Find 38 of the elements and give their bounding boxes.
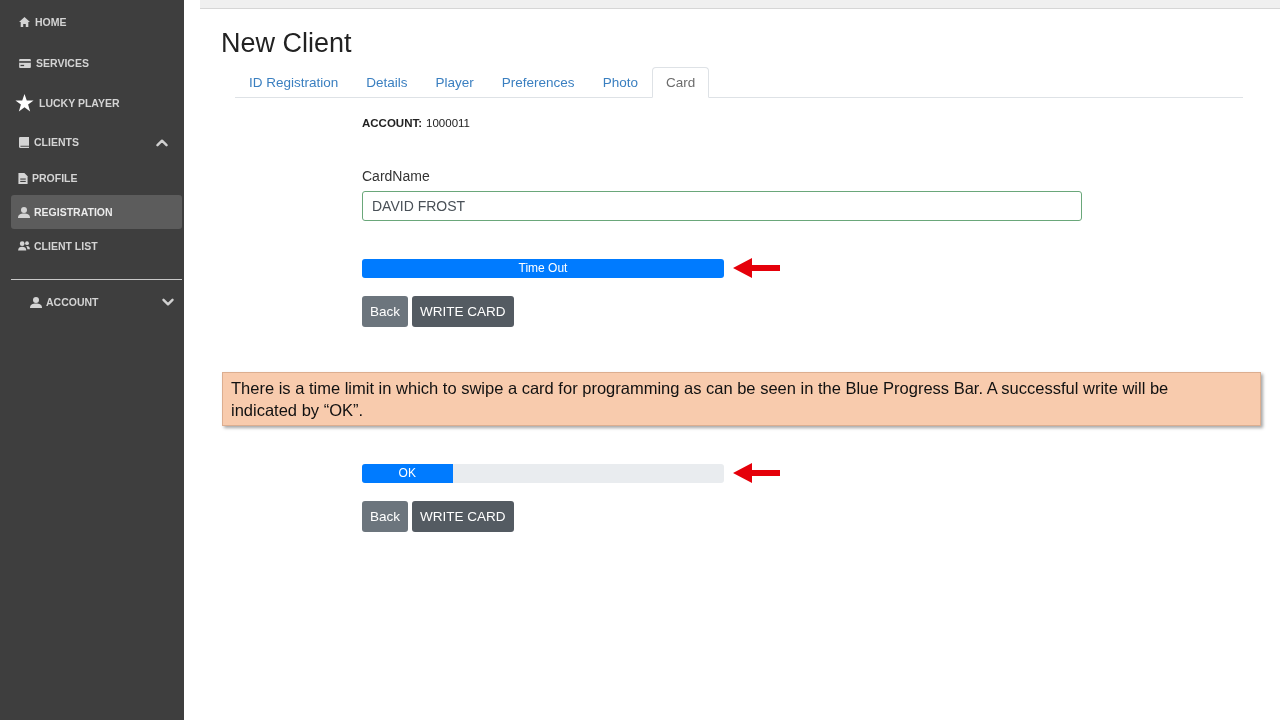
back-button[interactable]: Back bbox=[362, 501, 408, 532]
account-label: ACCOUNT: bbox=[362, 116, 423, 130]
tab[interactable]: Preferences bbox=[487, 67, 589, 98]
user-icon bbox=[30, 296, 42, 308]
field-label: CardName bbox=[362, 168, 430, 185]
card-name-field[interactable]: DAVID FROST bbox=[362, 191, 1082, 221]
sidebar-item[interactable]: REGISTRATION bbox=[11, 195, 182, 229]
back-button[interactable]: Back bbox=[362, 296, 408, 327]
note-callout: There is a time limit in which to swipe a card for programming as can be seen in the Blue Progress Bar. A successful write will be indicated by “OK”. bbox=[222, 372, 1261, 426]
sidebar-item[interactable]: HOME bbox=[0, 0, 184, 43]
progress-label: Time Out bbox=[518, 261, 568, 275]
tab[interactable]: Card bbox=[651, 67, 710, 98]
book-icon bbox=[19, 136, 29, 148]
user-icon bbox=[18, 206, 30, 218]
tab[interactable]: Player bbox=[421, 67, 488, 98]
card-icon bbox=[19, 58, 31, 68]
account-number: 1000011 bbox=[426, 116, 470, 130]
progress-label: OK bbox=[398, 466, 416, 480]
write-card-button[interactable]: WRITE CARD bbox=[412, 296, 514, 327]
tab[interactable]: ID Registration bbox=[235, 67, 353, 98]
chevron-up-icon[interactable] bbox=[156, 137, 168, 147]
document-icon bbox=[18, 172, 28, 184]
sidebar-item[interactable]: CLIENTS bbox=[0, 123, 184, 161]
left-arrow-icon bbox=[733, 258, 780, 278]
star-icon bbox=[15, 94, 34, 112]
tab[interactable]: Details bbox=[352, 67, 422, 98]
left-arrow-icon bbox=[733, 463, 780, 483]
users-icon bbox=[18, 241, 30, 251]
write-card-button[interactable]: WRITE CARD bbox=[412, 501, 514, 532]
sidebar-item[interactable]: PROFILE bbox=[11, 161, 182, 195]
sidebar-item[interactable]: SERVICES bbox=[0, 43, 184, 83]
page-title: New Client bbox=[221, 27, 352, 59]
home-icon bbox=[19, 16, 30, 27]
sidebar-item[interactable]: LUCKY PLAYER bbox=[0, 83, 184, 123]
sidebar-item[interactable]: CLIENT LIST bbox=[11, 229, 182, 263]
tab[interactable]: Photo bbox=[588, 67, 652, 98]
account-menu[interactable]: ACCOUNT bbox=[0, 280, 184, 324]
chevron-down-icon[interactable] bbox=[162, 297, 174, 307]
